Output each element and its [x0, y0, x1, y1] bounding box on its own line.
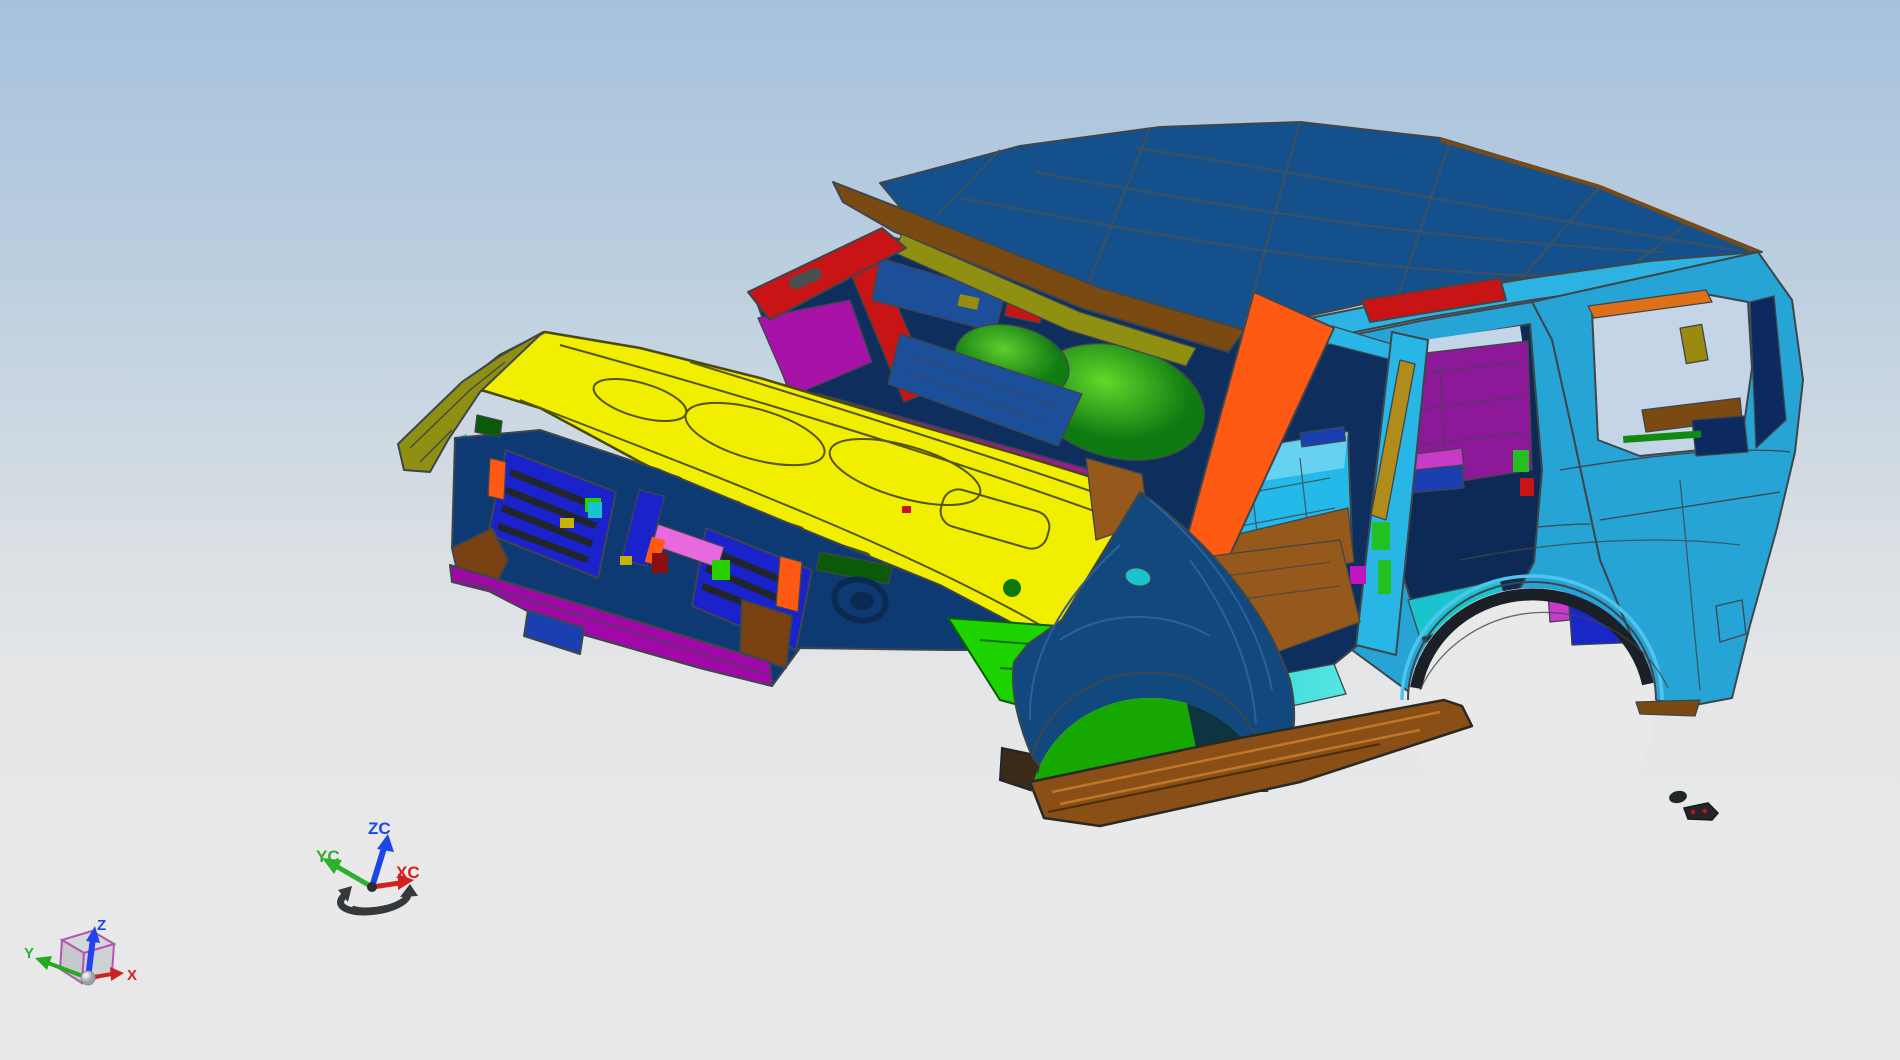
loose-part-dot-1 [1690, 809, 1696, 815]
view-x-arrowhead[interactable] [110, 967, 124, 981]
loose-part-dot-2 [1702, 808, 1708, 814]
wcs-y-label: YC [316, 847, 340, 866]
view-triad[interactable]: Z Y X [24, 917, 137, 986]
wcs-y-axis[interactable] [334, 863, 374, 890]
wcs-x-label: XC [396, 863, 420, 882]
yellow-bit-2[interactable] [620, 556, 632, 565]
car-model[interactable] [397, 121, 1804, 934]
b-pillar-green-accent-2[interactable] [1378, 560, 1391, 594]
cad-viewport[interactable]: ZC YC XC Z Y X [0, 0, 1900, 1060]
loose-part-bar[interactable] [1682, 802, 1720, 821]
wcs-origin[interactable] [367, 882, 377, 892]
view-origin-sphere[interactable] [80, 970, 96, 986]
b-pillar-green-accent[interactable] [1372, 522, 1390, 550]
rear-tail-step[interactable] [1715, 599, 1747, 643]
orange-bit-1[interactable] [487, 457, 507, 501]
rear-latch-green[interactable] [1513, 450, 1529, 472]
green-disc[interactable] [1003, 579, 1021, 597]
orange-bit-2[interactable] [775, 555, 803, 613]
view-y-label: Y [24, 945, 34, 962]
b-pillar-magenta-accent[interactable] [1350, 566, 1366, 584]
view-z-label: Z [97, 917, 106, 934]
view-y-arrowhead[interactable] [35, 956, 52, 970]
loose-parts[interactable] [1668, 789, 1720, 821]
wcs-triad[interactable]: ZC YC XC [316, 819, 420, 916]
dark-green-bracket[interactable] [474, 414, 503, 438]
hood-red-dot [902, 506, 911, 513]
wcs-z-label: ZC [368, 819, 391, 838]
green-bit-1[interactable] [712, 560, 730, 580]
headlamp-boss-core [850, 592, 874, 610]
teal-bit[interactable] [588, 502, 602, 518]
dark-red-bit[interactable] [652, 553, 668, 573]
rear-latch-red[interactable] [1520, 478, 1534, 496]
yellow-bit-1[interactable] [560, 518, 574, 528]
rear-lower-sliver[interactable] [1635, 699, 1701, 717]
view-x-label: X [127, 967, 137, 984]
loose-part-small[interactable] [1668, 789, 1688, 804]
model-canvas[interactable]: ZC YC XC Z Y X [0, 0, 1900, 1060]
wcs-z-axis[interactable] [369, 847, 387, 888]
